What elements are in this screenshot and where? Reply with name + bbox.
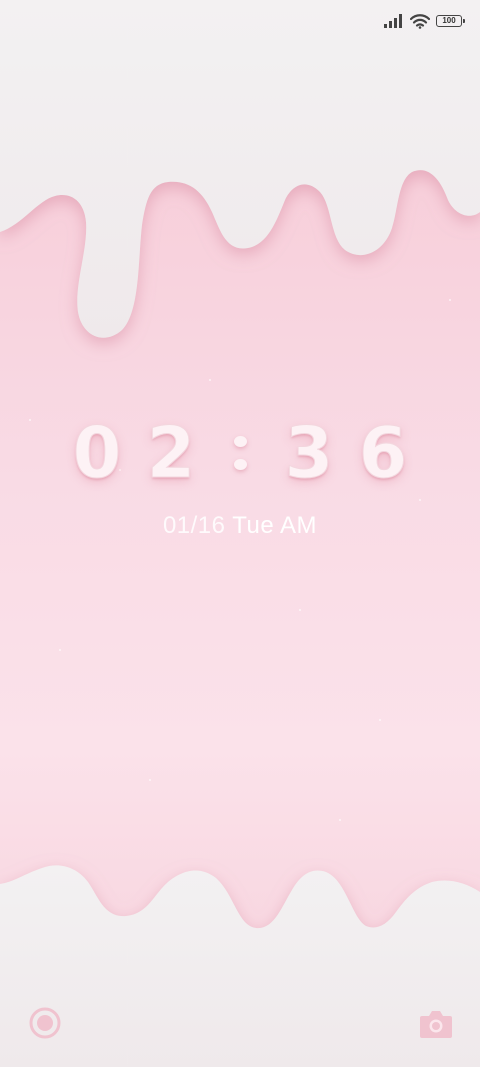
lock-clock: 0 2 3 6: [0, 412, 480, 494]
day-of-week-text: Tue: [232, 512, 275, 539]
bottom-drip: [0, 865, 480, 1067]
clock-hour-ones: 2: [146, 412, 196, 494]
status-bar: 100: [384, 10, 465, 32]
clock-colon: [208, 418, 272, 488]
signal-bars-icon: [384, 14, 404, 28]
lock-screen: 100 0 2 3 6 01/16 Tue AM: [0, 0, 480, 1067]
assistant-circle-icon[interactable]: [28, 1006, 62, 1040]
date-line: 01/16 Tue AM: [0, 512, 480, 540]
battery-icon: 100: [436, 15, 465, 27]
top-drip: [0, 0, 480, 338]
clock-hour-tens: 0: [72, 412, 122, 494]
date-text: 01/16: [162, 512, 226, 539]
meridiem-text: AM: [280, 512, 318, 539]
wifi-icon: [410, 13, 430, 29]
clock-minute-ones: 6: [358, 412, 408, 494]
camera-icon[interactable]: [418, 1008, 454, 1040]
clock-minute-tens: 3: [284, 412, 334, 494]
battery-level: 100: [442, 16, 456, 25]
